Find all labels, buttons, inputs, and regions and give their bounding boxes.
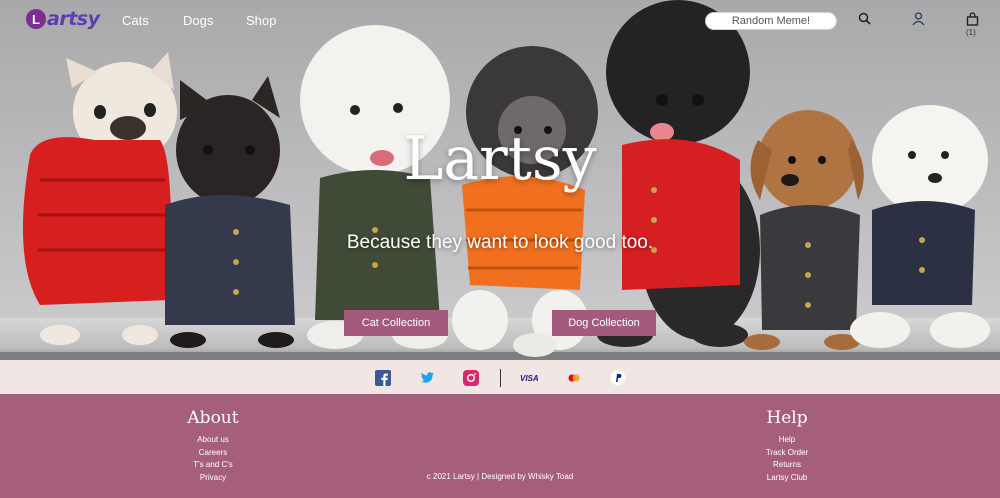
hero-title: Lartsy <box>403 124 597 194</box>
cat-collection-button[interactable]: Cat Collection <box>344 310 448 336</box>
footer-help-column: Help Help Track Order Returns Lartsy Clu… <box>717 408 857 484</box>
random-meme-button[interactable]: Random Meme! <box>705 12 837 30</box>
hero-subtitle: Because they want to look good too. <box>346 232 654 253</box>
footer-link-returns[interactable]: Returns <box>717 459 857 472</box>
search-icon[interactable] <box>858 12 871 30</box>
footer-link-careers[interactable]: Careers <box>143 447 283 460</box>
logo[interactable]: L artsy <box>26 8 100 30</box>
dog-white-bulldog <box>22 52 177 345</box>
twitter-icon[interactable] <box>419 370 435 386</box>
top-navigation: L artsy Cats Dogs Shop Random Meme! (1) <box>0 0 1000 42</box>
paypal-icon <box>610 370 626 386</box>
instagram-icon[interactable] <box>463 370 479 386</box>
logo-badge: L <box>26 9 46 29</box>
footer-link-lartsy-club[interactable]: Lartsy Club <box>717 472 857 485</box>
dog-black-bulldog <box>165 76 295 348</box>
footer-link-about-us[interactable]: About us <box>143 434 283 447</box>
cart-count: (1) <box>966 28 976 37</box>
nav-link-shop[interactable]: Shop <box>246 13 276 28</box>
social-divider <box>500 369 501 387</box>
nav-link-dogs[interactable]: Dogs <box>183 13 213 28</box>
logo-text: artsy <box>47 8 100 30</box>
visa-icon: VISA <box>520 374 539 383</box>
facebook-icon[interactable] <box>375 370 391 386</box>
hero-banner: L artsy Cats Dogs Shop Random Meme! (1) … <box>0 0 1000 360</box>
mastercard-icon <box>565 370 583 386</box>
footer-about-title: About <box>187 408 239 428</box>
footer: About About us Careers T's and C's Priva… <box>0 394 1000 498</box>
nav-link-cats[interactable]: Cats <box>122 13 149 28</box>
footer-help-title: Help <box>766 408 808 428</box>
footer-link-terms[interactable]: T's and C's <box>143 459 283 472</box>
dog-collection-button[interactable]: Dog Collection <box>552 310 656 336</box>
footer-link-help[interactable]: Help <box>717 434 857 447</box>
footer-link-track-order[interactable]: Track Order <box>717 447 857 460</box>
user-icon[interactable] <box>912 12 925 31</box>
social-payment-bar: VISA <box>0 360 1000 394</box>
